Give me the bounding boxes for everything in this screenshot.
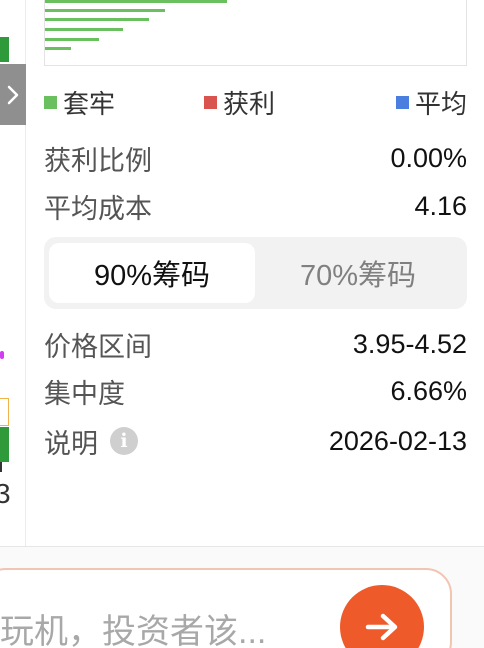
stat-row-avg-cost: 平均成本 4.16: [44, 188, 467, 224]
collapse-toggle-button[interactable]: [0, 64, 26, 125]
legend-swatch-blue: [395, 96, 409, 109]
chip-bar: [45, 38, 99, 41]
candle-outline: [0, 398, 9, 426]
stat-row-price-range: 价格区间 3.95-4.52: [44, 326, 467, 362]
chip-bar: [45, 0, 227, 3]
info-icon[interactable]: i: [110, 427, 138, 455]
stat-row-concentration: 集中度 6.66%: [44, 373, 467, 409]
stat-value: 0.00%: [390, 142, 467, 173]
chip-distribution-panel: 3 套牢 获利 平均 获利比例 0.00% 平均成本 4.16 90%筹码 70…: [0, 0, 484, 648]
marker-dot: [0, 351, 4, 359]
stat-value: 6.66%: [390, 375, 467, 406]
arrow-right-icon: [365, 613, 398, 641]
axis-label: 3: [0, 478, 11, 509]
chip-bar: [45, 28, 123, 31]
stat-label-with-info: 说明 i: [44, 422, 138, 461]
legend-swatch-green: [44, 96, 57, 109]
candle-bar: [0, 427, 9, 462]
stat-label: 说明: [44, 428, 98, 459]
tab-90-chips[interactable]: 90%筹码: [49, 243, 255, 303]
stat-label: 获利比例: [44, 145, 152, 176]
chip-bar: [45, 18, 149, 21]
candle-bar: [0, 37, 9, 62]
legend-profit: 获利: [204, 84, 275, 121]
legend-label: 平均: [414, 89, 467, 119]
chart-legend: 套牢 获利 平均: [44, 84, 467, 119]
stat-value: 4.16: [414, 190, 467, 221]
axis-tick: [0, 462, 2, 472]
stat-label: 平均成本: [44, 193, 152, 224]
tab-70-chips[interactable]: 70%筹码: [255, 243, 461, 303]
stat-label: 集中度: [44, 378, 125, 409]
chip-range-segment: 90%筹码 70%筹码: [44, 237, 467, 309]
stat-row-profit-ratio: 获利比例 0.00%: [44, 140, 467, 176]
ask-input-placeholder[interactable]: 玩机，投资者该...: [0, 604, 266, 648]
legend-label: 获利: [223, 89, 276, 119]
chip-histogram: [44, 0, 467, 66]
legend-label: 套牢: [63, 89, 116, 119]
legend-swatch-red: [204, 96, 217, 109]
legend-trapped: 套牢: [44, 84, 115, 121]
chip-bar: [45, 47, 71, 50]
chip-bar: [45, 9, 165, 12]
legend-average: 平均: [395, 84, 467, 121]
stat-label: 价格区间: [44, 331, 152, 362]
stat-row-note: 说明 i 2026-02-13: [44, 423, 467, 459]
left-chart-strip: 3: [0, 0, 26, 546]
stat-value-date: 2026-02-13: [328, 425, 467, 456]
stat-value: 3.95-4.52: [352, 328, 467, 359]
chevron-right-icon: [7, 85, 19, 104]
